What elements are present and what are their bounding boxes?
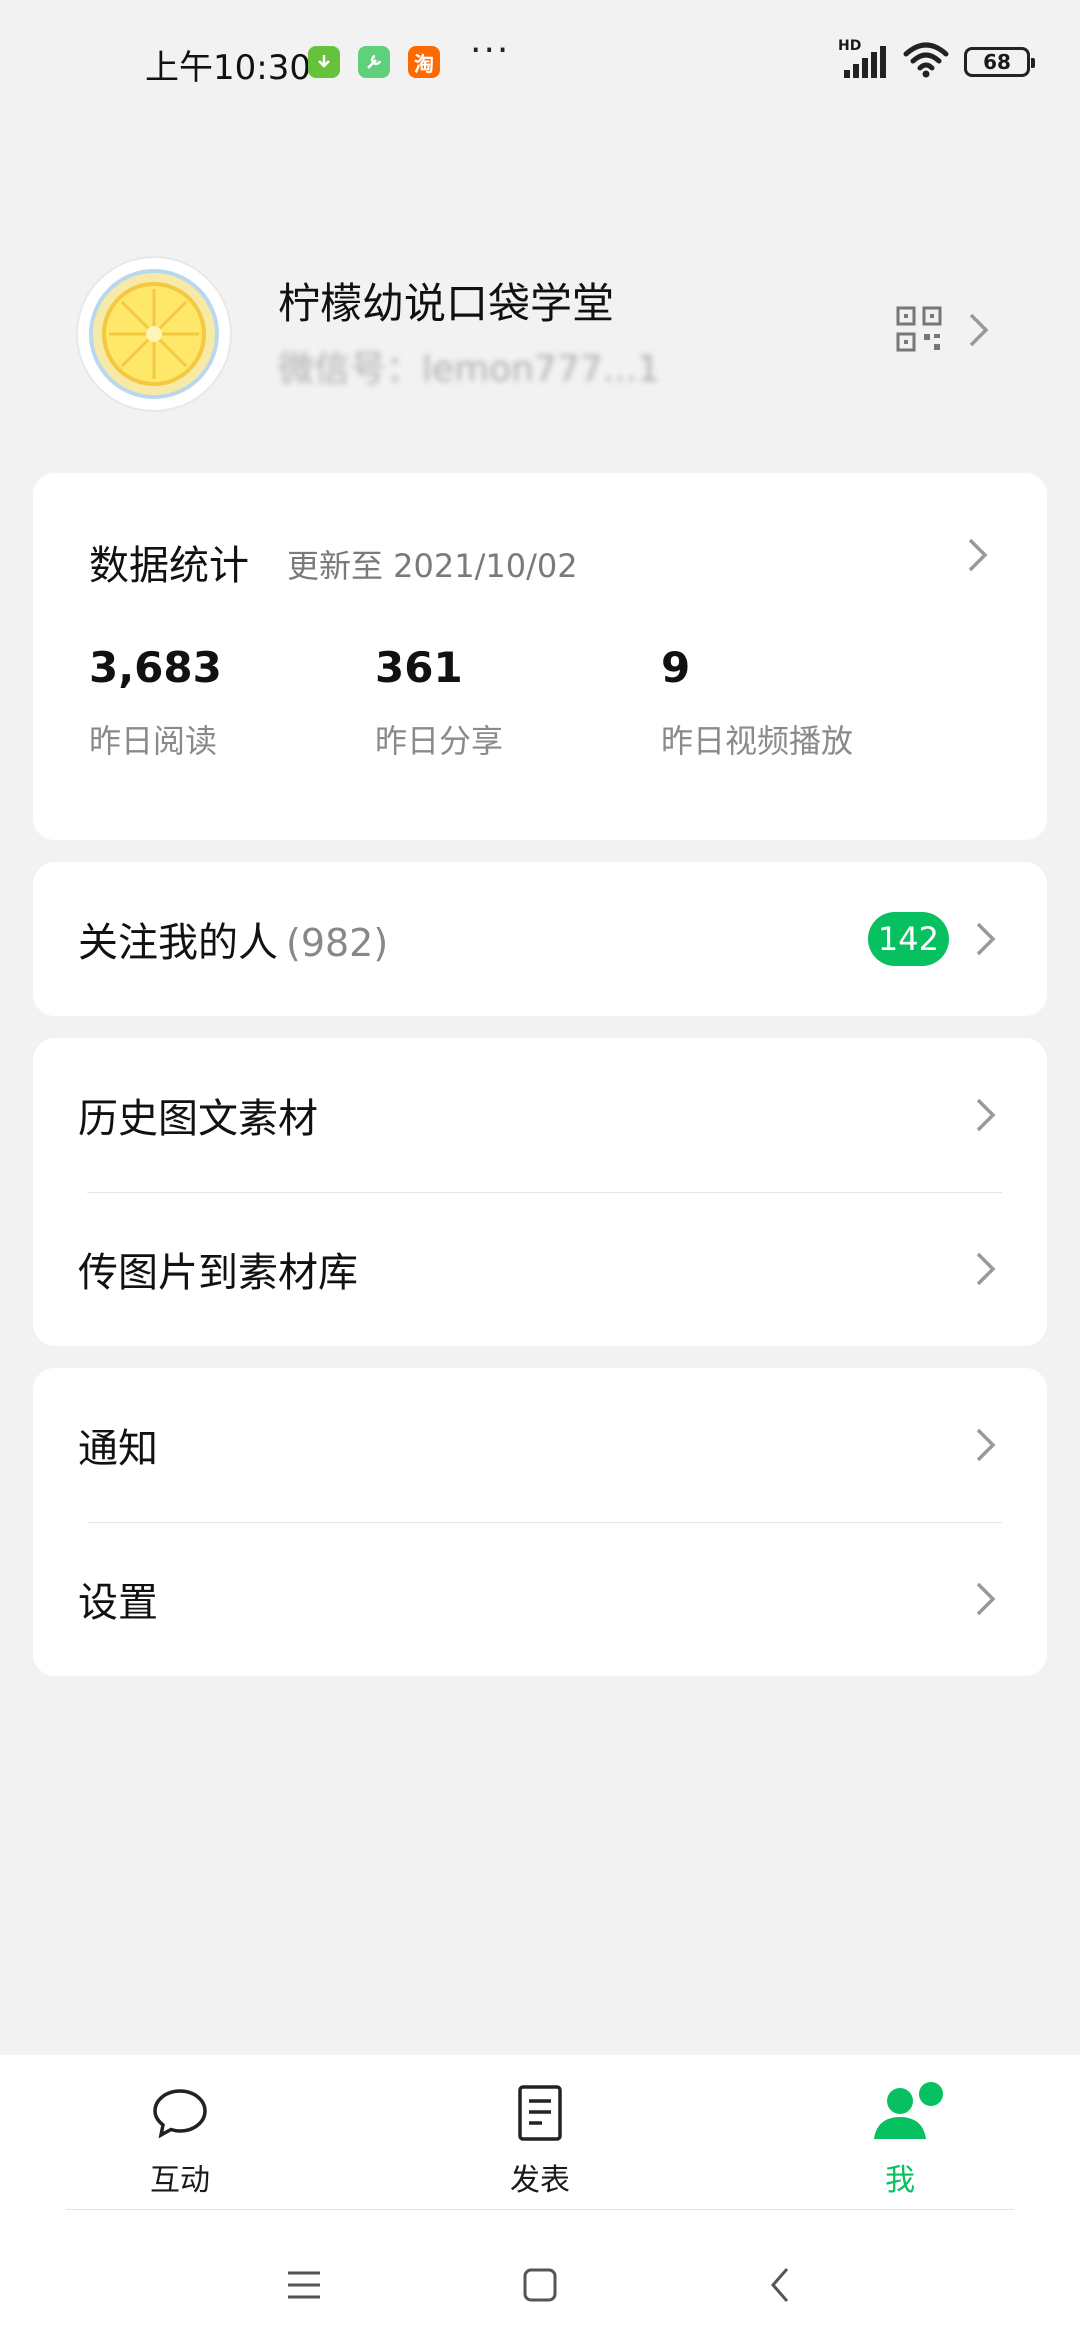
stat-yesterday-video-plays: 9 昨日视频播放 <box>661 643 853 762</box>
data-statistics-card[interactable]: 数据统计 更新至 2021/10/02 3,683 昨日阅读 361 昨日分享 … <box>33 473 1047 840</box>
chevron-right-icon <box>976 1252 996 1286</box>
stat-label: 昨日视频播放 <box>661 722 854 760</box>
menu-icon[interactable] <box>274 2255 334 2315</box>
profile-header[interactable]: 柠檬幼说口袋学堂 微信号：lemon777...1 <box>0 240 1080 420</box>
download-icon <box>308 46 340 78</box>
followers-count: (982) <box>286 921 389 965</box>
divider <box>66 2209 1014 2210</box>
chevron-right-icon <box>976 1428 996 1462</box>
settings-label: 设置 <box>78 1580 158 1626</box>
taobao-icon: 淘 <box>408 46 440 78</box>
unread-dot <box>916 2079 946 2109</box>
status-indicators: HD 68 <box>838 38 1035 82</box>
tab-interact[interactable]: 互动 <box>100 2083 260 2199</box>
stat-label: 昨日分享 <box>375 722 504 760</box>
settings-row[interactable]: 设置 <box>33 1522 1047 1676</box>
chevron-right-icon <box>976 1582 996 1616</box>
notifications-label: 通知 <box>78 1426 158 1472</box>
followers-title: 关注我的人 <box>78 920 278 966</box>
taobao-glyph: 淘 <box>414 51 434 76</box>
signal-icon: HD <box>838 38 888 80</box>
tool-icon <box>358 46 390 78</box>
qr-code-icon[interactable] <box>896 306 942 352</box>
settings-card: 通知 设置 <box>33 1368 1047 1676</box>
more-notifications-icon: ··· <box>470 30 511 71</box>
avatar[interactable] <box>78 258 230 410</box>
wechat-id: 微信号：lemon777...1 <box>278 349 661 390</box>
followers-card[interactable]: 关注我的人 (982) 142 <box>33 862 1047 1016</box>
materials-card: 历史图文素材 传图片到素材库 <box>33 1038 1047 1346</box>
upload-images-row[interactable]: 传图片到素材库 <box>33 1192 1047 1346</box>
tab-label: 我 <box>885 2163 915 2198</box>
followers-label: 关注我的人 (982) <box>78 910 388 968</box>
tab-me[interactable]: 我 <box>820 2079 980 2199</box>
chevron-right-icon <box>969 313 989 347</box>
stats-updated-date: 更新至 2021/10/02 <box>287 547 578 585</box>
stat-label: 昨日阅读 <box>89 722 218 760</box>
stat-value: 3,683 <box>89 643 222 692</box>
lemon-avatar-image <box>89 269 219 399</box>
stat-yesterday-shares: 361 昨日分享 <box>375 643 503 762</box>
history-materials-row[interactable]: 历史图文素材 <box>33 1038 1047 1192</box>
tab-label: 发表 <box>510 2163 570 2198</box>
followers-row[interactable]: 关注我的人 (982) 142 <box>33 862 1047 1016</box>
document-icon <box>518 2085 562 2141</box>
chevron-right-icon <box>976 922 996 956</box>
notifications-row[interactable]: 通知 <box>33 1368 1047 1522</box>
wifi-icon <box>902 42 950 82</box>
home-icon[interactable] <box>510 2255 570 2315</box>
chevron-right-icon <box>968 538 988 572</box>
stat-yesterday-reads: 3,683 昨日阅读 <box>89 643 222 762</box>
stat-value: 361 <box>375 643 463 692</box>
status-time: 上午10:30 <box>145 48 311 88</box>
battery-level: 68 <box>983 50 1011 74</box>
tab-label: 互动 <box>150 2163 210 2198</box>
bottom-tab-bar: 互动 发表 我 <box>0 2055 1080 2340</box>
tab-publish[interactable]: 发表 <box>460 2083 620 2199</box>
back-icon[interactable] <box>750 2255 810 2315</box>
chat-bubble-icon <box>153 2089 207 2139</box>
stat-value: 9 <box>661 643 691 692</box>
account-name: 柠檬幼说口袋学堂 <box>278 279 615 328</box>
stats-title: 数据统计 <box>89 543 249 589</box>
history-materials-label: 历史图文素材 <box>78 1096 318 1142</box>
upload-images-label: 传图片到素材库 <box>78 1250 358 1296</box>
chevron-right-icon <box>976 1098 996 1132</box>
status-bar: 上午10:30 淘 ··· HD 68 <box>0 0 1080 130</box>
new-followers-badge: 142 <box>867 912 949 966</box>
battery-icon: 68 <box>964 47 1035 77</box>
